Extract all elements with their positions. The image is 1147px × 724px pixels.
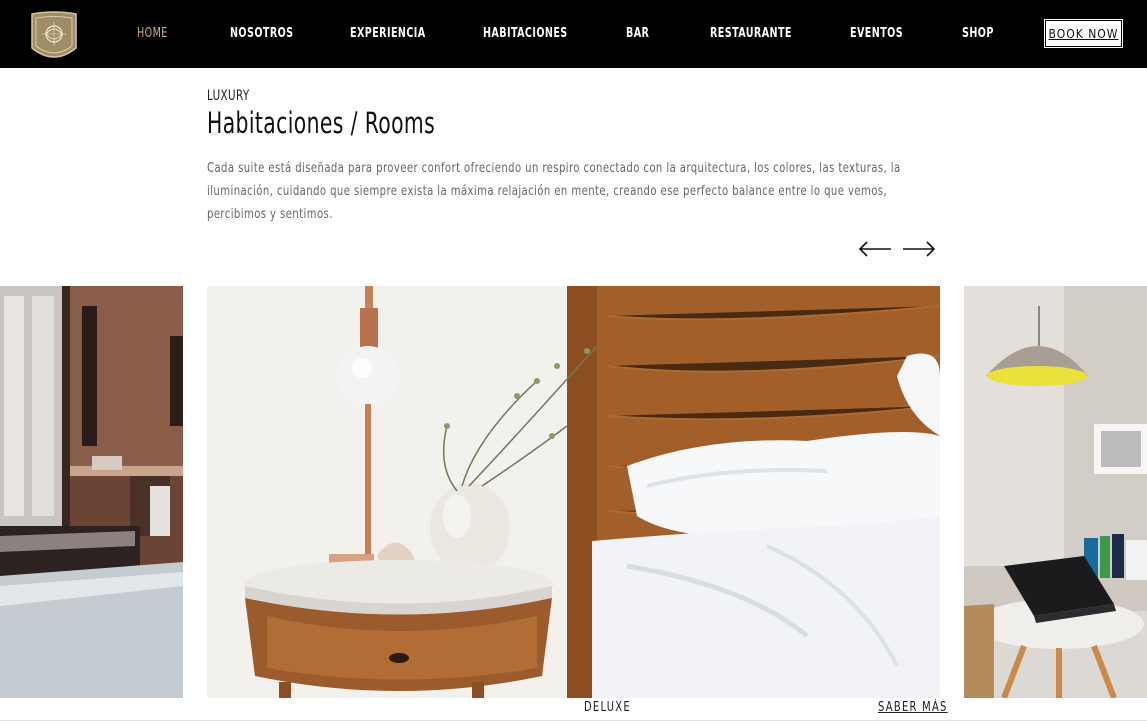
room-slide-previous[interactable] [0,286,183,698]
nav-nosotros[interactable]: NOSOTROS [230,26,294,41]
nav-shop[interactable]: SHOP [962,26,994,41]
book-now-label: BOOK NOW [1048,26,1119,41]
page-title: Habitaciones / Rooms [207,106,436,140]
nav-habitaciones[interactable]: HABITACIONES [483,26,568,41]
room-slide-next[interactable] [964,286,1147,698]
hotel-crest-icon[interactable] [29,10,79,65]
room-slide-deluxe[interactable] [207,286,940,698]
section-description: Cada suite está diseñada para proveer co… [207,160,901,222]
top-navigation: HOME NOSOTROS EXPERIENCIA HABITACIONES B… [0,0,1147,68]
nav-experiencia[interactable]: EXPERIENCIA [350,26,426,41]
nav-home[interactable]: HOME [137,26,168,41]
saber-mas-link[interactable]: SABER MÁS [878,700,948,715]
arrow-right-icon[interactable] [902,240,936,258]
slide-room-name: DELUXE [584,700,631,715]
nav-eventos[interactable]: EVENTOS [850,26,903,41]
nav-restaurante[interactable]: RESTAURANTE [710,26,792,41]
arrow-left-icon[interactable] [858,240,892,258]
section-eyebrow: LUXURY [207,88,250,104]
book-now-button[interactable]: BOOK NOW [1044,19,1123,48]
section-divider [0,720,1147,721]
nav-bar[interactable]: BAR [626,26,649,41]
